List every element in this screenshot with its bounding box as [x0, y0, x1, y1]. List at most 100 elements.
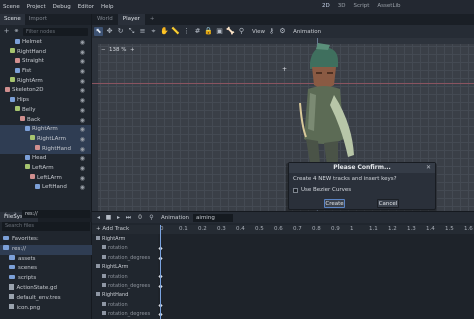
- filesystem-item[interactable]: scenes: [0, 264, 92, 274]
- filesystem-item[interactable]: Favorites:: [0, 235, 92, 245]
- group-icon[interactable]: ▣: [215, 27, 224, 36]
- menu-editor[interactable]: Editor: [78, 4, 94, 10]
- visibility-eye-icon[interactable]: ◉: [80, 116, 85, 126]
- playhead[interactable]: [160, 225, 161, 319]
- link-icon[interactable]: ⚭: [13, 28, 20, 35]
- track-row[interactable]: rotation_degrees: [92, 310, 158, 319]
- scene-tree-item[interactable]: Helmet ◉: [0, 38, 91, 48]
- filesystem-item[interactable]: default_env.tres: [0, 293, 92, 304]
- move-tool-icon[interactable]: ✥: [105, 27, 114, 36]
- visibility-eye-icon[interactable]: ◉: [80, 145, 85, 155]
- back-arrow-icon[interactable]: ‹: [2, 210, 9, 218]
- play-icon[interactable]: ▸: [115, 214, 122, 221]
- lock-icon[interactable]: 🔒: [204, 27, 213, 36]
- tab-scene[interactable]: Scene: [0, 14, 25, 25]
- zoom-in-icon[interactable]: +: [130, 47, 135, 53]
- list-select-icon[interactable]: ≡: [138, 27, 147, 36]
- visibility-eye-icon[interactable]: ◉: [80, 183, 85, 193]
- scene-tree-item[interactable]: LeftArm ◉: [0, 164, 91, 174]
- filesystem-item[interactable]: scripts: [0, 274, 92, 284]
- stop-icon[interactable]: ■: [105, 214, 112, 221]
- filesystem-item[interactable]: res://: [0, 244, 92, 255]
- visibility-eye-icon[interactable]: ◉: [80, 154, 85, 164]
- visibility-eye-icon[interactable]: ◉: [80, 164, 85, 174]
- ruler-tool-icon[interactable]: 📏: [171, 27, 180, 36]
- scene-tree-item[interactable]: Fist ◉: [0, 67, 91, 77]
- select-tool-icon[interactable]: ⬉: [94, 27, 103, 36]
- animation-select[interactable]: aiming: [193, 213, 234, 222]
- filesystem-path[interactable]: res://: [22, 210, 90, 218]
- bone-icon[interactable]: 🦴: [226, 27, 235, 36]
- menu-project[interactable]: Project: [27, 4, 46, 10]
- grid-icon[interactable]: #: [193, 27, 202, 36]
- workspace-2d[interactable]: 2D: [322, 3, 330, 9]
- pivot-tool-icon[interactable]: ⌖: [149, 27, 158, 36]
- visibility-eye-icon[interactable]: ◉: [80, 77, 85, 87]
- scene-tree-item[interactable]: RightArm ◉: [0, 125, 91, 135]
- view-menu[interactable]: View: [252, 29, 265, 35]
- workspace-assetlib[interactable]: AssetLib: [377, 3, 400, 9]
- scene-tree-item[interactable]: Belly ◉: [0, 106, 91, 116]
- visibility-eye-icon[interactable]: ◉: [80, 38, 85, 48]
- visibility-eye-icon[interactable]: ◉: [80, 57, 85, 67]
- scene-tree-item[interactable]: RightArm ◉: [0, 77, 91, 87]
- play-backwards-icon[interactable]: ◂: [95, 214, 102, 221]
- visibility-eye-icon[interactable]: ◉: [80, 174, 85, 184]
- bezier-checkbox-row[interactable]: Use Bezier Curves: [293, 187, 351, 193]
- scene-tab-player[interactable]: Player: [117, 14, 145, 25]
- search-files-input[interactable]: Search files: [2, 222, 90, 231]
- menu-debug[interactable]: Debug: [53, 4, 71, 10]
- workspace-script[interactable]: Script: [353, 3, 369, 9]
- track-group[interactable]: RightLArm: [92, 263, 158, 272]
- create-button[interactable]: Create: [324, 199, 345, 208]
- menu-help[interactable]: Help: [101, 4, 114, 10]
- cancel-button[interactable]: Cancel: [377, 199, 399, 208]
- scene-tree-item[interactable]: Hips ◉: [0, 96, 91, 106]
- scene-tab-world[interactable]: World: [92, 14, 118, 25]
- visibility-eye-icon[interactable]: ◉: [80, 125, 85, 135]
- workspace-3d[interactable]: 3D: [338, 3, 346, 9]
- scale-tool-icon[interactable]: ⤡: [127, 27, 136, 36]
- track-group[interactable]: RightArm: [92, 235, 158, 244]
- key-icon[interactable]: ⚷: [267, 27, 276, 36]
- pin-icon[interactable]: ⚲: [148, 214, 155, 221]
- animation-menu[interactable]: Animation: [293, 29, 321, 35]
- snap-icon[interactable]: ⋮: [182, 27, 191, 36]
- visibility-eye-icon[interactable]: ◉: [80, 106, 85, 116]
- track-lanes[interactable]: [158, 234, 474, 319]
- filter-nodes-input[interactable]: Filter nodes: [23, 27, 88, 36]
- scene-tree-item[interactable]: Straight ◉: [0, 57, 91, 67]
- track-row[interactable]: rotation: [92, 301, 158, 310]
- visibility-eye-icon[interactable]: ◉: [80, 67, 85, 77]
- track-row[interactable]: rotation: [92, 244, 158, 253]
- zoom-out-icon[interactable]: −: [101, 47, 106, 53]
- close-icon[interactable]: ✕: [426, 164, 431, 171]
- filesystem-item[interactable]: ActionState.gd: [0, 284, 92, 294]
- track-row[interactable]: rotation_degrees: [92, 282, 158, 291]
- visibility-eye-icon[interactable]: ◉: [80, 96, 85, 106]
- add-track-button[interactable]: + Add Track: [96, 225, 129, 234]
- visibility-eye-icon[interactable]: ◉: [80, 48, 85, 58]
- key-options-icon[interactable]: ⚙: [278, 27, 287, 36]
- filesystem-item[interactable]: icon.png: [0, 303, 92, 314]
- scene-tree-item[interactable]: Skeleton2D ◉: [0, 86, 91, 96]
- scene-tree-item[interactable]: LeftLArm ◉: [0, 174, 91, 184]
- track-row[interactable]: rotation: [92, 273, 158, 282]
- new-tab-icon[interactable]: +: [145, 14, 160, 25]
- scene-tree-item[interactable]: RightLArm ◉: [0, 134, 91, 145]
- scene-tree-item[interactable]: LeftHand ◉: [0, 183, 91, 193]
- forward-arrow-icon[interactable]: ›: [12, 210, 19, 218]
- scene-tree-item[interactable]: Head ◉: [0, 154, 91, 164]
- rotate-tool-icon[interactable]: ↻: [116, 27, 125, 36]
- scene-tree-item[interactable]: RightHand ◉: [0, 48, 91, 58]
- scene-tree-item[interactable]: RightHand ◉: [0, 144, 91, 155]
- visibility-eye-icon[interactable]: ◉: [80, 86, 85, 96]
- add-node-icon[interactable]: +: [3, 28, 10, 35]
- bezier-checkbox[interactable]: [293, 187, 298, 193]
- tab-import[interactable]: Import: [25, 14, 51, 25]
- zoom-level[interactable]: 138 %: [109, 47, 126, 53]
- filesystem-item[interactable]: assets: [0, 255, 92, 265]
- time-field[interactable]: 0: [135, 214, 145, 221]
- play-from-start-icon[interactable]: ⏭: [125, 214, 132, 221]
- scene-tree-item[interactable]: Back ◉: [0, 116, 91, 126]
